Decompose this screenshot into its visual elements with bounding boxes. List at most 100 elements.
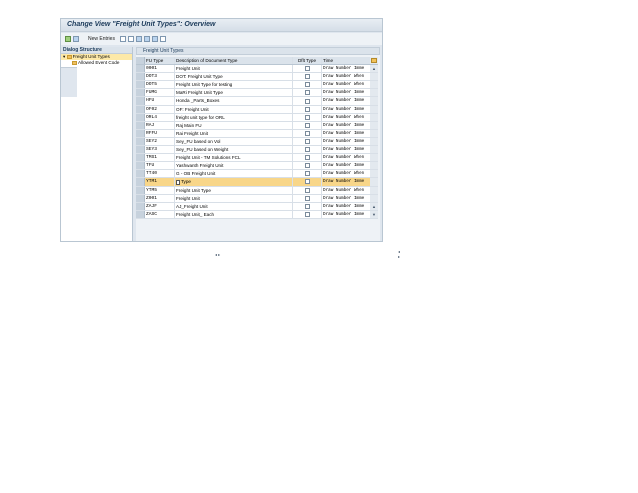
table-row[interactable]: SEY2 Sey_FU based on Vol Draw Number Imme [136, 137, 378, 147]
fu-type-cell[interactable]: RFFU [145, 129, 175, 137]
select-all-column-button[interactable] [136, 57, 145, 65]
fu-type-cell[interactable]: ZASC [145, 210, 175, 218]
vertical-scrollbar-segment[interactable] [370, 154, 378, 162]
row-selector[interactable] [136, 186, 145, 194]
table-row[interactable]: HFU Honda _Parts_Boxes Draw Number Imme [136, 97, 378, 106]
time-cell[interactable]: Draw Number Imme [322, 203, 370, 210]
row-selector[interactable] [136, 194, 145, 202]
row-selector[interactable] [136, 202, 145, 210]
vertical-scrollbar-segment[interactable] [370, 137, 378, 146]
time-cell[interactable]: Draw Number Imme [322, 178, 370, 185]
table-settings-button[interactable] [370, 57, 378, 65]
vertical-scrollbar-segment[interactable] [370, 178, 378, 186]
row-selector[interactable] [136, 81, 145, 89]
vertical-scrollbar-segment[interactable]: ▲ [370, 202, 378, 210]
row-selector[interactable] [136, 97, 145, 105]
vertical-scrollbar-segment[interactable] [370, 73, 378, 81]
row-selector[interactable] [136, 178, 145, 186]
dflt-type-checkbox[interactable] [304, 74, 310, 80]
description-cell[interactable]: Yashwanth Freight Unit [175, 162, 293, 170]
time-cell[interactable]: Draw Number When [322, 187, 370, 194]
description-cell[interactable]: Sey_FU based on Weight [175, 146, 293, 154]
description-cell[interactable]: Raj Main FU [175, 121, 293, 129]
vertical-scrollbar-segment[interactable] [370, 89, 378, 97]
description-cell[interactable]: MaRi Freight Unit Type [175, 89, 293, 97]
copy-icon[interactable] [119, 36, 126, 42]
time-cell[interactable]: Draw Number Imme [322, 195, 370, 202]
table-row[interactable]: RAJ Raj Main FU Draw Number Imme [136, 121, 378, 130]
dflt-type-checkbox[interactable] [304, 179, 310, 185]
table-row[interactable]: ZASC Freight Unit_ Each Draw Number Imme ▼ [136, 210, 378, 219]
row-selector[interactable] [136, 146, 145, 154]
column-header-time[interactable]: Time [322, 57, 370, 64]
row-selector[interactable] [136, 170, 145, 178]
table-row[interactable]: OF02 OF: Freight Unit Draw Number Imme [136, 105, 378, 114]
fu-type-cell[interactable]: YTM1 [145, 178, 175, 186]
table-row[interactable]: DOT5 Freight Unit Type for testing Draw Nu… [136, 81, 378, 90]
fu-type-cell[interactable]: TMS1 [145, 154, 175, 162]
description-cell[interactable]: Rai Freight Unit [175, 129, 293, 137]
table-row[interactable]: TMS1 Freight Unit - TM Solutions FCL Draw … [136, 154, 378, 163]
time-cell[interactable]: Draw Number Imme [322, 106, 370, 113]
time-cell[interactable]: Draw Number When [322, 114, 370, 121]
dflt-type-checkbox[interactable] [304, 114, 310, 120]
new-entries-button[interactable]: New Entries [88, 36, 115, 42]
table-row[interactable]: TT40 G - OB Freight Unit Draw Number When [136, 170, 378, 179]
time-cell[interactable]: Draw Number Imme [322, 211, 370, 218]
vertical-scrollbar-segment[interactable] [370, 186, 378, 194]
table-row[interactable]: RFFU Rai Freight Unit Draw Number Imme [136, 129, 378, 138]
time-cell[interactable]: Draw Number When [322, 73, 370, 80]
time-cell[interactable]: Draw Number Imme [322, 89, 370, 96]
fu-type-cell[interactable]: ZAJF [145, 202, 175, 210]
row-selector[interactable] [136, 113, 145, 121]
dflt-type-checkbox[interactable] [304, 122, 310, 128]
row-selector[interactable] [136, 105, 145, 113]
dflt-type-checkbox[interactable] [304, 171, 310, 177]
dflt-type-checkbox[interactable] [304, 211, 310, 217]
description-cell[interactable]: Freight Unit Type [175, 186, 293, 194]
delete-icon[interactable] [127, 36, 134, 42]
description-cell[interactable]: Freight Unit_ Each [175, 210, 293, 218]
column-header-fu-type[interactable]: FU Type [145, 57, 175, 65]
column-header-description[interactable]: Description of Document Type [175, 57, 293, 65]
check-icon[interactable] [65, 36, 71, 42]
description-cell[interactable]: Honda _Parts_Boxes [175, 97, 293, 105]
time-cell[interactable]: Draw Number Imme [322, 122, 370, 129]
row-selector[interactable] [136, 65, 145, 73]
time-cell[interactable]: Draw Number When [322, 170, 370, 177]
dflt-type-checkbox[interactable] [304, 130, 310, 136]
time-cell[interactable]: Draw Number Imme [322, 138, 370, 145]
row-selector[interactable] [136, 89, 145, 97]
time-cell[interactable]: Draw Number Imme [322, 65, 370, 72]
fu-type-cell[interactable]: HFU [145, 97, 175, 105]
description-cell[interactable]: OF: Freight Unit [175, 105, 293, 113]
description-cell[interactable]: DOT: Freight Unit Type [175, 73, 293, 81]
time-cell[interactable]: Draw Number When [322, 81, 370, 88]
vertical-scrollbar-segment[interactable] [370, 146, 378, 154]
vertical-scrollbar-segment[interactable] [370, 129, 378, 137]
dflt-type-checkbox[interactable] [304, 138, 310, 144]
fu-type-cell[interactable]: ORL4 [145, 113, 175, 121]
fu-type-cell[interactable]: FUMG [145, 89, 175, 97]
table-row[interactable]: YTM1 Type Draw Number Imme [136, 178, 378, 187]
table-row[interactable]: ZAJF AJ_Freight Unit Draw Number Imme ▲ [136, 202, 378, 211]
vertical-scrollbar-segment[interactable] [370, 97, 378, 105]
fu-type-cell[interactable]: SEY3 [145, 146, 175, 154]
dflt-type-checkbox[interactable] [304, 155, 310, 161]
row-selector[interactable] [136, 121, 145, 129]
fu-type-cell[interactable]: RAJ [145, 121, 175, 129]
time-cell[interactable]: Draw Number Imme [322, 146, 370, 153]
table-row[interactable]: ORL4 freight unit type for ORL Draw Number… [136, 113, 378, 122]
time-cell[interactable]: Draw Number Imme [322, 130, 370, 137]
table-row[interactable]: FUMG MaRi Freight Unit Type Draw Number Im… [136, 89, 378, 98]
description-cell[interactable]: G - OB Freight Unit [175, 170, 293, 178]
fu-type-cell[interactable]: SEY2 [145, 137, 175, 146]
dflt-type-checkbox[interactable] [304, 195, 310, 201]
dflt-type-checkbox[interactable] [304, 66, 310, 72]
scroll-arrows-left[interactable]: ◂ ▸ [215, 252, 220, 257]
description-cell[interactable]: Freight Unit - TM Solutions FCL [175, 154, 293, 162]
time-cell[interactable]: Draw Number When [322, 154, 370, 161]
table-row[interactable]: DOT3 DOT: Freight Unit Type Draw Number Wh… [136, 73, 378, 82]
change-display-icon[interactable] [73, 36, 79, 42]
table-row[interactable]: Z001 Freight Unit Draw Number Imme [136, 194, 378, 203]
